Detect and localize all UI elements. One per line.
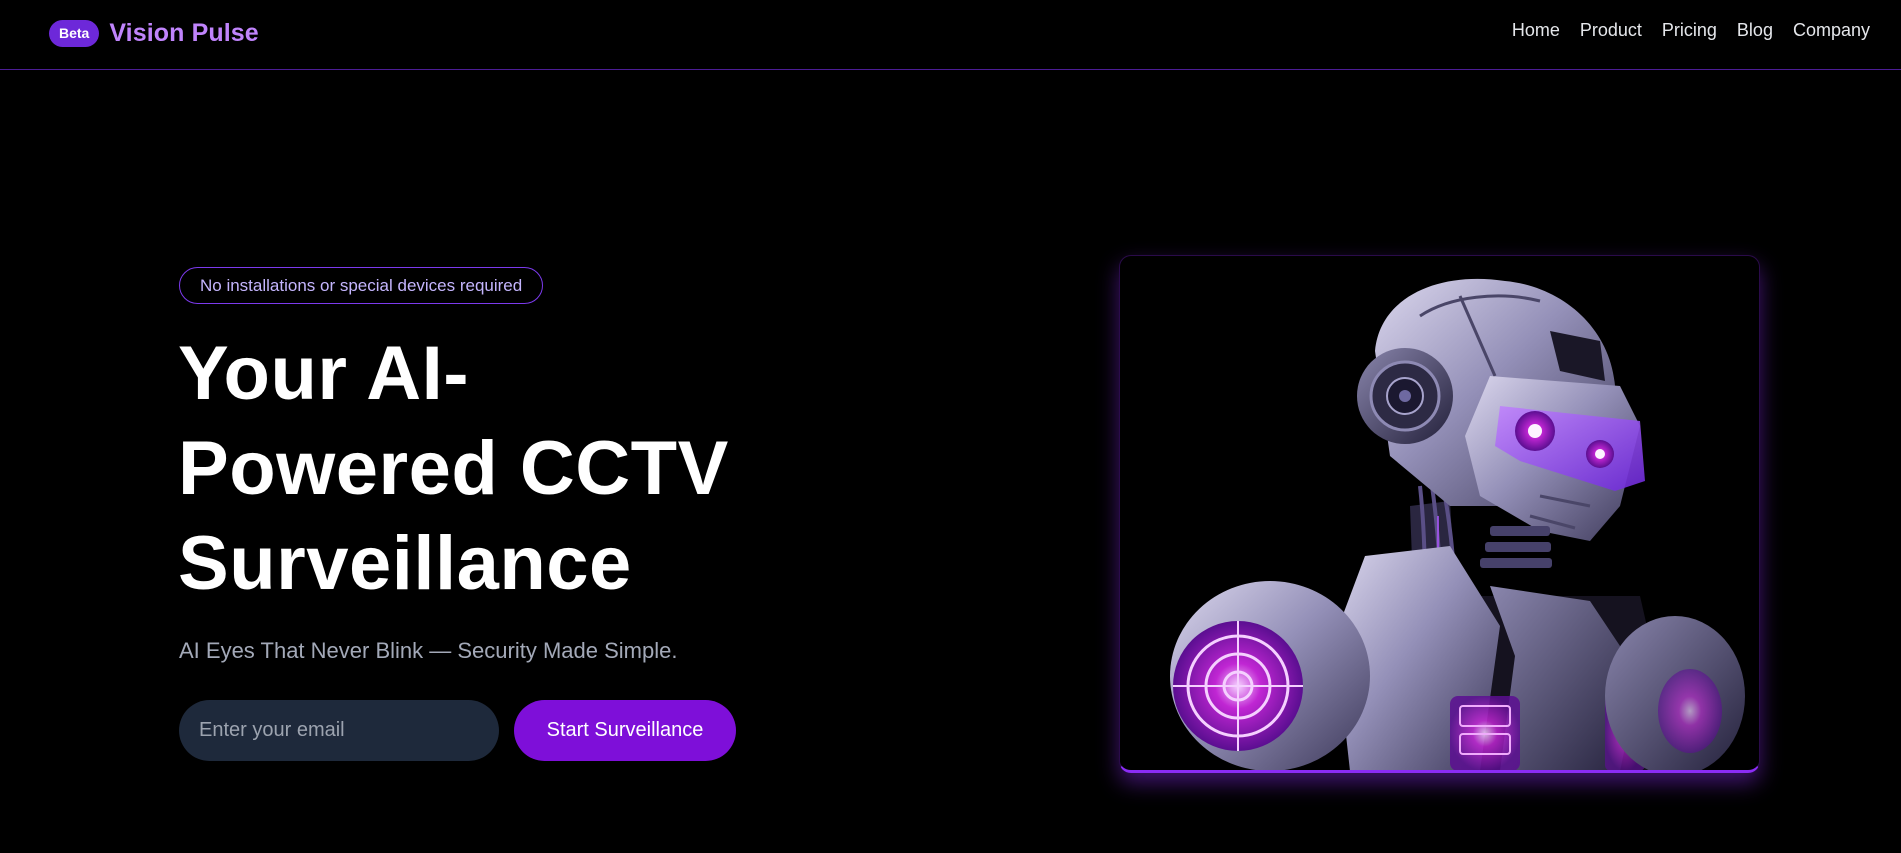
headline-line-2: Powered CCTV: [178, 426, 729, 511]
nav-link-product[interactable]: Product: [1580, 20, 1642, 41]
nav-link-company[interactable]: Company: [1793, 20, 1870, 41]
hero-subheadline: AI Eyes That Never Blink — Security Made…: [179, 638, 678, 663]
headline-line-1: Your AI-: [178, 331, 470, 416]
hero-headline: Your AI- Powered CCTV Surveillance: [178, 326, 798, 611]
tagline-pill: No installations or special devices requ…: [179, 267, 544, 304]
brand-name[interactable]: Vision Pulse: [109, 19, 258, 48]
nav-links: Home Product Pricing Blog Company: [1512, 20, 1870, 41]
hero-robot-image: [1119, 255, 1760, 773]
nav-link-home[interactable]: Home: [1512, 20, 1560, 41]
top-navbar: Beta Vision Pulse Home Product Pricing B…: [0, 0, 1901, 70]
beta-badge: Beta: [49, 19, 100, 47]
robot-illustration-icon: [1170, 278, 1745, 770]
nav-link-pricing[interactable]: Pricing: [1662, 20, 1717, 41]
start-surveillance-button[interactable]: Start Surveillance: [514, 700, 736, 761]
headline-line-3: Surveillance: [178, 521, 632, 606]
nav-link-blog[interactable]: Blog: [1737, 20, 1773, 41]
email-input[interactable]: [179, 700, 499, 761]
brand[interactable]: Beta Vision Pulse: [49, 18, 259, 48]
